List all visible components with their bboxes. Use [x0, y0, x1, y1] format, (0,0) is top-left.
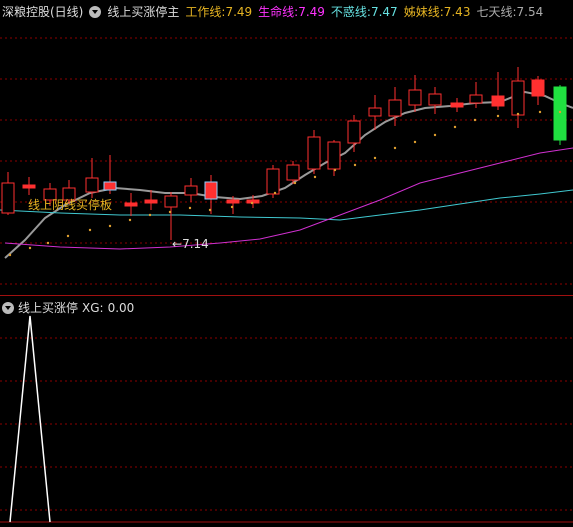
- arrow-left-icon: ←: [172, 237, 183, 251]
- sub-chart-panel[interactable]: 线上买涨停 XG: 0.00: [0, 296, 573, 527]
- sister-dot: [453, 125, 457, 129]
- sister-dot: [373, 156, 377, 160]
- sister-dot: [413, 140, 417, 144]
- candle-body-filled: [204, 181, 218, 200]
- sister-dot: [28, 246, 32, 250]
- candle-body-up: [266, 168, 280, 195]
- sister-dot: [66, 234, 70, 238]
- sister-dot: [558, 110, 562, 114]
- sister-dot: [433, 133, 437, 137]
- candle-body-filled: [450, 102, 464, 108]
- candle-body-up: [327, 141, 341, 170]
- sister-dot: [393, 146, 397, 150]
- candle-body-filled: [226, 199, 240, 204]
- candle-body-filled: [531, 79, 545, 97]
- sister-dot: [353, 163, 357, 167]
- sister-dot: [8, 253, 12, 257]
- candlestick-chart[interactable]: [0, 0, 573, 295]
- candle-body-up: [388, 99, 402, 117]
- candle-body-up: [469, 94, 483, 104]
- sister-dot: [250, 201, 254, 205]
- candle-body-up: [286, 164, 300, 181]
- candle-body-up: [408, 89, 422, 106]
- low-price-marker: ←7.14: [172, 237, 209, 251]
- main-chart-panel[interactable]: 深粮控股(日线) 线上买涨停主 工作线:7.49 生命线:7.49 不惑线:7.…: [0, 0, 573, 295]
- sister-dot: [88, 228, 92, 232]
- candle-body-up: [368, 107, 382, 117]
- candle-body-up: [85, 177, 99, 193]
- signal-spike: [9, 315, 51, 523]
- sister-dot: [273, 191, 277, 195]
- sister-dot: [188, 206, 192, 210]
- candle-body-up: [164, 195, 178, 208]
- candle-body-up: [428, 93, 442, 106]
- sister-dot: [293, 181, 297, 185]
- candle-body-down: [553, 86, 567, 141]
- sister-dot: [538, 110, 542, 114]
- candle-body-filled: [144, 199, 158, 204]
- sister-dot: [108, 224, 112, 228]
- sister-dot: [473, 118, 477, 122]
- candle-body-filled: [22, 184, 36, 189]
- candle-body-up: [307, 136, 321, 170]
- sister-dot: [333, 168, 337, 172]
- candle-body-up: [1, 182, 15, 214]
- sister-dot: [148, 213, 152, 217]
- candle-body-filled: [103, 181, 117, 191]
- candle-body-filled: [124, 202, 138, 207]
- candle-body-up: [184, 185, 198, 196]
- signal-annotation: 线上阴线买停板: [28, 198, 113, 212]
- sister-dot: [313, 175, 317, 179]
- candle-body-filled: [491, 95, 505, 107]
- signal-chart[interactable]: [0, 296, 573, 527]
- candle-body-up: [347, 120, 361, 144]
- sister-dot: [46, 241, 50, 245]
- sister-dot: [128, 218, 132, 222]
- sister-dot: [230, 205, 234, 209]
- sister-dot: [168, 210, 172, 214]
- sister-dot: [516, 112, 520, 116]
- sister-dot: [208, 208, 212, 212]
- candle-body-up: [511, 80, 525, 116]
- sister-dot: [496, 114, 500, 118]
